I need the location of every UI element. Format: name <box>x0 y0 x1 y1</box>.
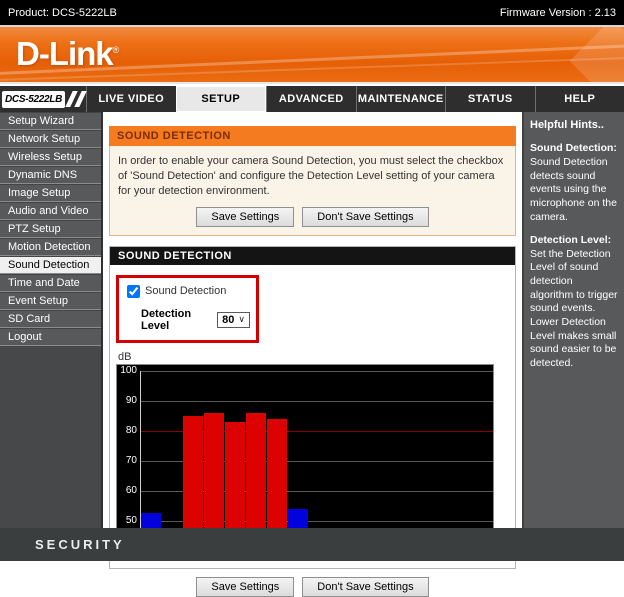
model-label: DCS-5222LB <box>2 91 65 108</box>
sidebar-item-sound-detection[interactable]: Sound Detection <box>0 256 101 274</box>
product-label: Product: DCS-5222LB <box>8 7 117 19</box>
hints-title: Helpful Hints.. <box>530 118 618 132</box>
model-badge: DCS-5222LB <box>0 86 86 112</box>
tab-advanced[interactable]: ADVANCED <box>266 86 356 112</box>
y-tick-label: 90 <box>117 395 137 406</box>
top-status-bar: Product: DCS-5222LB Firmware Version : 2… <box>0 0 624 27</box>
banner-chevron-decoration <box>570 27 624 84</box>
sidebar-item-dynamic-dns[interactable]: Dynamic DNS <box>0 166 101 184</box>
section-header-sound-detection: SOUND DETECTION <box>109 126 516 146</box>
detection-level-label: Detection Level <box>141 308 213 332</box>
settings-section-header: SOUND DETECTION <box>110 247 515 265</box>
sidebar-item-image-setup[interactable]: Image Setup <box>0 184 101 202</box>
sound-detection-checkbox-label: Sound Detection <box>145 285 226 297</box>
brand-banner: D-Link® <box>0 27 624 84</box>
sound-detection-settings-section: SOUND DETECTION Sound Detection Detectio… <box>109 246 516 569</box>
tab-live-video[interactable]: LIVE VIDEO <box>86 86 176 112</box>
top-button-row: Save Settings Don't Save Settings <box>118 207 507 227</box>
sidebar-item-sd-card[interactable]: SD Card <box>0 310 101 328</box>
highlight-annotation-box: Sound Detection Detection Level 80 ∨ <box>116 275 259 343</box>
gridline <box>140 371 493 372</box>
y-tick-label: 70 <box>117 455 137 466</box>
security-label: SECURITY <box>35 537 125 552</box>
main-nav-bar: DCS-5222LB LIVE VIDEO SETUP ADVANCED MAI… <box>0 86 624 112</box>
save-settings-button[interactable]: Save Settings <box>196 207 294 227</box>
registered-mark: ® <box>113 45 119 55</box>
sound-detection-checkbox-row: Sound Detection <box>127 285 250 298</box>
tab-setup[interactable]: SETUP <box>176 86 267 112</box>
firmware-label: Firmware Version : 2.13 <box>500 7 616 19</box>
sidebar-item-network-setup[interactable]: Network Setup <box>0 130 101 148</box>
sidebar-item-wireless-setup[interactable]: Wireless Setup <box>0 148 101 166</box>
dont-save-settings-button-bottom[interactable]: Don't Save Settings <box>302 577 428 597</box>
description-text: In order to enable your camera Sound Det… <box>118 155 503 197</box>
dlink-logo: D-Link® <box>16 35 118 73</box>
dont-save-settings-button[interactable]: Don't Save Settings <box>302 207 428 227</box>
sidebar-item-setup-wizard[interactable]: Setup Wizard <box>0 112 101 130</box>
gridline <box>140 401 493 402</box>
tab-maintenance[interactable]: MAINTENANCE <box>356 86 446 112</box>
sidebar-item-logout[interactable]: Logout <box>0 328 101 346</box>
bottom-button-row: Save Settings Don't Save Settings <box>109 577 516 597</box>
helpful-hints-panel: Helpful Hints.. Sound Detection: Sound D… <box>522 112 624 528</box>
save-settings-button-bottom[interactable]: Save Settings <box>196 577 294 597</box>
sound-detection-checkbox[interactable] <box>127 285 140 298</box>
y-tick-label: 100 <box>117 365 137 376</box>
tab-help[interactable]: HELP <box>535 86 624 112</box>
y-tick-label: 50 <box>117 515 137 526</box>
detection-level-value: 80 <box>222 314 234 326</box>
hint-sound-detection: Sound Detection: Sound Detection detects… <box>530 142 618 224</box>
chevron-down-icon: ∨ <box>238 314 245 325</box>
y-tick-label: 60 <box>117 485 137 496</box>
detection-level-row: Detection Level 80 ∨ <box>141 308 250 332</box>
tab-status[interactable]: STATUS <box>445 86 535 112</box>
y-tick-label: 80 <box>117 425 137 436</box>
detection-level-select[interactable]: 80 ∨ <box>217 312 250 328</box>
sidebar-item-motion-detection[interactable]: Motion Detection <box>0 238 101 256</box>
sidebar-item-time-and-date[interactable]: Time and Date <box>0 274 101 292</box>
y-axis-unit-label: dB <box>118 351 515 363</box>
main-content: SOUND DETECTION In order to enable your … <box>103 112 522 528</box>
sidebar-item-ptz-setup[interactable]: PTZ Setup <box>0 220 101 238</box>
footer-bar: SECURITY <box>0 528 624 561</box>
setup-sidebar: Setup Wizard Network Setup Wireless Setu… <box>0 112 103 528</box>
hint-detection-level: Detection Level: Set the Detection Level… <box>530 234 618 370</box>
sidebar-item-audio-and-video[interactable]: Audio and Video <box>0 202 101 220</box>
sidebar-item-event-setup[interactable]: Event Setup <box>0 292 101 310</box>
description-box: In order to enable your camera Sound Det… <box>109 146 516 236</box>
